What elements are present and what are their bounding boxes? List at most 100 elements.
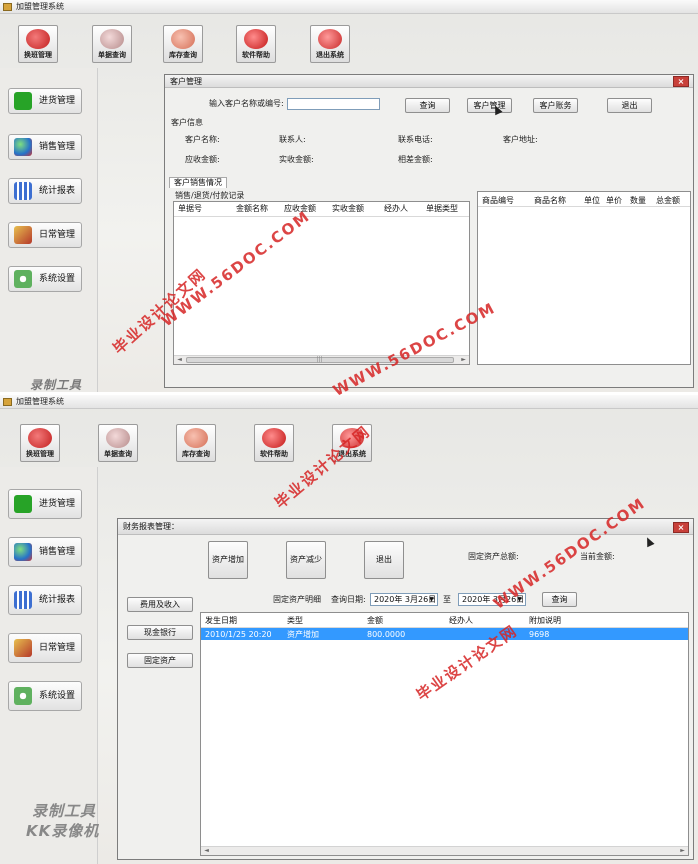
col-handler: 经办人 — [384, 204, 408, 213]
customer-exit-button[interactable]: 退出 — [607, 98, 652, 113]
sidebar-item-purchase-2[interactable]: 进货管理 — [8, 489, 82, 519]
actual-amount-label: 实收金额: — [279, 155, 314, 164]
fixed-asset-total-label: 固定资产总额: — [468, 552, 519, 561]
shift-icon — [26, 29, 50, 49]
finance-window-close-button[interactable]: × — [673, 522, 689, 533]
col-product-id: 商品编号 — [482, 196, 514, 205]
col-amount-name: 金额名称 — [236, 204, 268, 213]
customer-window-close-button[interactable]: × — [673, 76, 689, 87]
fixed-asset-grid[interactable]: 发生日期 类型 金额 经办人 附加说明 2010/1/25 20:20 资产增加… — [200, 612, 689, 856]
chevron-down-icon: ▼ — [429, 596, 434, 603]
sidebar-item-daily[interactable]: 日常管理 — [8, 222, 82, 248]
customer-contact-label: 联系人: — [279, 135, 306, 144]
product-details-grid[interactable]: 商品编号 商品名称 单位 单价 数量 总金额 — [477, 191, 691, 365]
screen-customer-management: 加盟管理系统 换班管理 单据查询 库存查询 软件帮助 退出系统 进货管理 销售管… — [0, 0, 698, 392]
help-icon — [244, 29, 268, 49]
customer-address-label: 客户地址: — [503, 135, 538, 144]
toolbar-help-button-2[interactable]: 软件帮助 — [254, 424, 294, 462]
sidebar-item-sales[interactable]: 销售管理 — [8, 134, 82, 160]
col-note: 附加说明 — [529, 616, 561, 625]
finance-exit-button[interactable]: 退出 — [364, 541, 404, 579]
customer-manage-button[interactable]: 客户管理 — [467, 98, 512, 113]
finance-report-window: 财务报表管理： × 资产增加 资产减少 退出 固定资产总额: 当前金额: 费用及… — [117, 518, 694, 860]
customer-query-button[interactable]: 查询 — [405, 98, 450, 113]
exit-icon — [340, 428, 364, 448]
side-cash-bank-button[interactable]: 现金银行 — [127, 625, 193, 640]
sidebar-item-settings[interactable]: 系统设置 — [8, 266, 82, 292]
customer-account-button[interactable]: 客户账务 — [533, 98, 578, 113]
date-from-picker[interactable]: 2020年 3月26日 ▼ — [370, 593, 438, 606]
plus-icon — [14, 495, 32, 513]
query-date-label: 查询日期: — [331, 595, 366, 604]
help-icon — [262, 428, 286, 448]
chart-icon — [14, 591, 32, 609]
sidebar-item-reports-2[interactable]: 统计报表 — [8, 585, 82, 615]
sidebar-item-daily-2[interactable]: 日常管理 — [8, 633, 82, 663]
app-titlebar: 加盟管理系统 — [0, 0, 698, 14]
fixed-asset-detail-label: 固定资产明细 — [273, 595, 321, 604]
toolbar-stock-button-2[interactable]: 库存查询 — [176, 424, 216, 462]
scroll-left-icon[interactable]: ◄ — [175, 356, 184, 364]
sphere-icon — [14, 543, 32, 561]
customer-management-window: 客户管理 × 输入客户名称或编号: 查询 客户管理 客户账务 退出 客户信息 客… — [164, 74, 694, 388]
sidebar-item-sales-2[interactable]: 销售管理 — [8, 537, 82, 567]
scroll-grip-icon: ||| — [316, 356, 323, 363]
sphere-icon — [14, 138, 32, 156]
app-icon-2 — [3, 398, 12, 406]
fixed-asset-hscroll[interactable]: ◄ ► — [201, 846, 688, 855]
col-receivable: 应收金额 — [284, 204, 316, 213]
recorder-watermark-2: 录制工具 — [32, 802, 97, 820]
table-row[interactable]: 2010/1/25 20:20 资产增加 800.0000 9698 — [201, 628, 688, 640]
col-unit: 单位 — [584, 196, 600, 205]
col-product-name: 商品名称 — [534, 196, 566, 205]
plus-icon — [14, 92, 32, 110]
sidebar-item-settings-2[interactable]: 系统设置 — [8, 681, 82, 711]
product-details-header: 商品编号 商品名称 单位 单价 数量 总金额 — [478, 192, 690, 207]
magnifier-icon — [100, 29, 124, 49]
finance-query-button[interactable]: 查询 — [542, 592, 577, 607]
brush-icon — [14, 639, 32, 657]
main-toolbar-2: 换班管理 单据查询 库存查询 软件帮助 退出系统 — [0, 410, 698, 462]
sales-records-grid[interactable]: 单据号 金额名称 应收金额 实收金额 经办人 单据类型 ◄ ||| ► — [173, 201, 470, 365]
customer-phone-label: 联系电话: — [398, 135, 433, 144]
col-date: 发生日期 — [205, 616, 237, 625]
customer-window-title: 客户管理 — [165, 75, 693, 88]
toolbar-exit-button-2[interactable]: 退出系统 — [332, 424, 372, 462]
screen-finance-report: 加盟管理系统 换班管理 单据查询 库存查询 软件帮助 退出系统 进货管理 销售管… — [0, 395, 698, 864]
sidebar-item-purchase[interactable]: 进货管理 — [8, 88, 82, 114]
side-fixed-asset-button[interactable]: 固定资产 — [127, 653, 193, 668]
date-to-picker[interactable]: 2020年 3月26日 ▼ — [458, 593, 526, 606]
asset-add-button[interactable]: 资产增加 — [208, 541, 248, 579]
asset-reduce-button[interactable]: 资产减少 — [286, 541, 326, 579]
toolbar-shift-button-2[interactable]: 换班管理 — [20, 424, 60, 462]
customer-info-header: 客户信息 — [171, 118, 203, 127]
sales-records-group-label: 销售/退货/付款记录 — [175, 191, 245, 200]
scroll-right-icon[interactable]: ► — [459, 356, 468, 364]
difference-amount-label: 相差金额: — [398, 155, 433, 164]
exit-icon — [318, 29, 342, 49]
col-type: 类型 — [287, 616, 303, 625]
shift-icon — [28, 428, 52, 448]
recorder-watermark: 录制工具 — [30, 378, 83, 392]
side-expense-income-button[interactable]: 费用及收入 — [127, 597, 193, 612]
sidebar-item-reports[interactable]: 统计报表 — [8, 178, 82, 204]
toolbar-shift-button[interactable]: 换班管理 — [18, 25, 58, 63]
toolbar-documents-button-2[interactable]: 单据查询 — [98, 424, 138, 462]
chevron-down-icon: ▼ — [517, 596, 522, 603]
customer-name-label: 客户名称: — [185, 135, 220, 144]
app-title: 加盟管理系统 — [16, 2, 64, 11]
col-total: 总金额 — [656, 196, 680, 205]
app-title-2: 加盟管理系统 — [16, 397, 64, 406]
tab-customer-sales[interactable]: 客户销售情况 — [169, 177, 227, 188]
toolbar-documents-button[interactable]: 单据查询 — [92, 25, 132, 63]
sales-records-hscroll[interactable]: ◄ ||| ► — [174, 355, 469, 364]
toolbar-exit-button[interactable]: 退出系统 — [310, 25, 350, 63]
toolbar-help-button[interactable]: 软件帮助 — [236, 25, 276, 63]
customer-search-input[interactable] — [287, 98, 380, 110]
scroll-right-icon[interactable]: ► — [678, 847, 687, 855]
app-icon — [3, 3, 12, 11]
scroll-left-icon[interactable]: ◄ — [202, 847, 211, 855]
mouse-cursor-icon-2 — [643, 535, 655, 548]
toolbar-stock-button[interactable]: 库存查询 — [163, 25, 203, 63]
recorder-app-watermark: KK录像机 — [26, 822, 100, 840]
